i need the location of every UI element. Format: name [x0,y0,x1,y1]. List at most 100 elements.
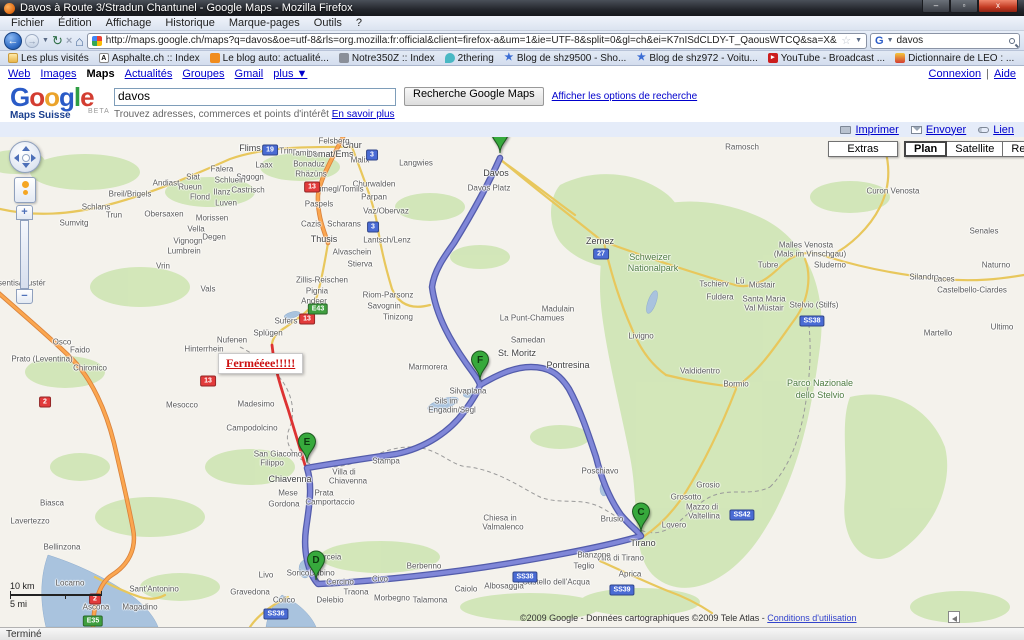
map-view-buttons: Plan Satellite Relief [904,141,1024,157]
bookmark-item[interactable]: Le blog auto: actualité... [206,53,333,64]
collapse-attribution-icon[interactable] [948,611,960,623]
route-marker-F[interactable]: F [470,350,491,386]
bookmark-item[interactable]: WDictionnaire anglais [1020,53,1024,64]
satellite-button[interactable]: Satellite [947,141,1003,157]
url-dropdown-icon[interactable]: ▼ [855,37,862,44]
bookmark-item[interactable]: Notre350Z :: Index [335,53,439,64]
pan-left-icon[interactable] [14,154,19,162]
imprimer-link[interactable]: Imprimer [840,124,898,136]
reload-icon[interactable]: ↻ [52,34,63,48]
map-label: Lantsch/Lenz [363,236,411,245]
lien-link[interactable]: Lien [978,124,1014,136]
relief-button[interactable]: Relief [1003,141,1024,157]
map-label: (Mals im Vinschgau) [774,250,846,259]
maximize-button[interactable]: ▫ [950,0,978,13]
bookmark-item[interactable]: AAsphalte.ch :: Index [95,53,204,64]
zoom-out-button[interactable]: − [16,289,33,304]
street-view-pegman-control[interactable] [14,177,36,203]
map-label: Delebio [316,596,343,605]
map-search-button[interactable]: Recherche Google Maps [404,87,544,106]
menu-historique[interactable]: Historique [158,17,222,29]
map-label: Bonaduz [293,160,325,169]
back-icon[interactable]: ← [4,32,22,50]
title-bar[interactable]: Davos à Route 3/Stradun Chantunel - Goog… [0,0,1024,16]
bookmark-label: Blog de shz9500 - Sho... [517,53,627,64]
pan-control[interactable] [9,141,41,173]
bookmark-item[interactable]: 2thering [441,53,498,64]
connexion-link[interactable]: Connexion [929,68,982,80]
plan-button[interactable]: Plan [904,141,947,157]
bookmark-item[interactable]: ★Blog de shz9500 - Sho... [500,53,631,64]
recenter-icon[interactable] [22,154,30,162]
map-label: Villa di [332,468,355,477]
map-label: Pignia [306,287,328,296]
menu-édition[interactable]: Édition [51,17,99,29]
route-marker-D[interactable]: D [306,550,327,586]
menu-affichage[interactable]: Affichage [99,17,159,29]
search-engine-box[interactable]: G ▼ davos [870,33,1020,49]
map-label: Parco Nazionale [787,378,853,388]
extras-button[interactable]: Extras [828,141,898,157]
map-label: Alvaschein [333,248,372,257]
map-label: Martello [924,329,952,338]
map-label: Sufers [274,317,297,326]
gnav-link-images[interactable]: Images [40,68,76,80]
history-dropdown-icon[interactable]: ▼ [42,37,49,44]
map-label: Mesocco [166,401,198,410]
menu-?[interactable]: ? [349,17,369,29]
forward-icon[interactable]: → [25,34,39,48]
map-label: Vals [201,285,216,294]
bookmark-item[interactable]: ★Blog de shz972 - Voitu... [632,53,761,64]
gnav-link-groupes[interactable]: Groupes [182,68,224,80]
gnav-link-actualits[interactable]: Actualités [125,68,173,80]
gnav-link-web[interactable]: Web [8,68,30,80]
bookmark-star-icon[interactable]: ☆ [841,34,851,47]
menu-outils[interactable]: Outils [307,17,349,29]
zoom-in-button[interactable]: + [16,205,33,220]
map-label: Livo [259,571,274,580]
gnav-link-gmail[interactable]: Gmail [235,68,264,80]
route-marker-E[interactable]: E [297,432,318,468]
pan-down-icon[interactable] [22,163,30,168]
bookmark-item[interactable]: Les plus visités [4,53,93,64]
pan-right-icon[interactable] [31,154,36,162]
map-label: Magadino [122,603,157,612]
route-marker-A[interactable]: A [490,137,511,159]
letter-a-icon: A [99,53,109,63]
map-label: Aprica [619,570,642,579]
minimize-button[interactable]: – [922,0,950,13]
route-shield-SS38: SS38 [799,316,824,327]
map-label: Tumegl/Tomils [312,185,363,194]
search-engine-dropdown-icon[interactable]: ▼ [887,37,894,44]
stop-icon[interactable]: × [66,35,72,47]
url-bar[interactable]: http://maps.google.ch/maps?q=davos&oe=ut… [87,33,867,49]
menu-fichier[interactable]: Fichier [4,17,51,29]
browser-window: Davos à Route 3/Stradun Chantunel - Goog… [0,0,1024,640]
zoom-slider[interactable] [20,220,29,289]
learn-more-link[interactable]: En savoir plus [332,109,395,120]
aide-link[interactable]: Aide [994,68,1016,80]
envoyer-link[interactable]: Envoyer [911,124,966,136]
menu-bar: FichierÉditionAffichageHistoriqueMarque-… [0,16,1024,31]
home-icon[interactable]: ⌂ [75,34,83,48]
bookmark-item[interactable]: Dictionnaire de LEO : ... [891,53,1018,64]
map-canvas[interactable]: ChurFelsbergDomat/EmsTaminsTrinFlimsLaax… [0,137,1024,627]
gnav-link-maps[interactable]: Maps [87,68,115,80]
star-icon: ★ [636,53,646,63]
bookmark-item[interactable]: ▸YouTube - Broadcast ... [764,53,889,64]
pegman-icon[interactable] [22,181,29,188]
search-engine-input[interactable]: davos [897,35,1007,46]
menu-marque-pages[interactable]: Marque-pages [222,17,307,29]
search-options-link[interactable]: Afficher les options de recherche [552,91,697,102]
pan-up-icon[interactable] [22,146,30,151]
url-text[interactable]: http://maps.google.ch/maps?q=davos&oe=ut… [106,35,837,46]
terms-link[interactable]: Conditions d'utilisation [767,613,856,623]
close-button[interactable]: x [978,0,1018,13]
map-search-input[interactable]: davos [114,88,396,106]
map-label: Andiast [153,179,180,188]
magnifier-icon[interactable] [1009,38,1015,44]
route-marker-C[interactable]: C [631,502,652,538]
map-label: Riom-Parsonz [363,291,414,300]
gnav-link-plus[interactable]: plus ▼ [273,68,307,80]
route-shield-27: 27 [593,249,609,260]
